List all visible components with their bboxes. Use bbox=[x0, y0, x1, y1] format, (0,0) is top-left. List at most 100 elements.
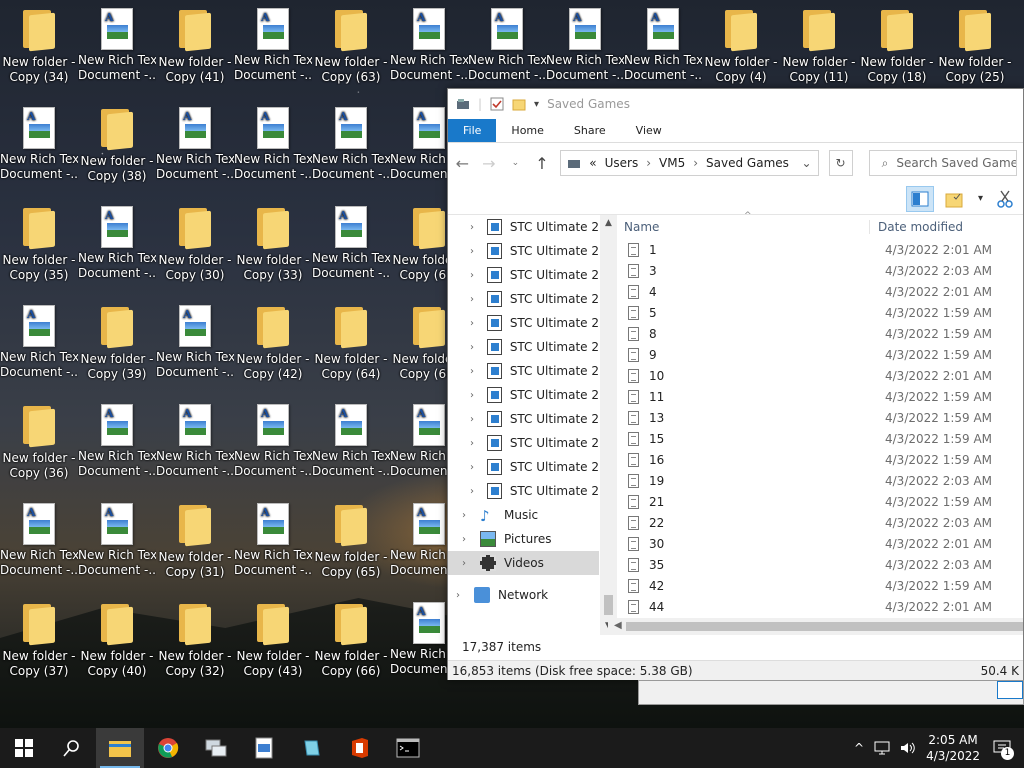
breadcrumb-overflow[interactable]: « bbox=[589, 156, 596, 170]
volume-icon[interactable] bbox=[900, 741, 916, 755]
desktop-folder[interactable]: New folder - Copy (11) bbox=[780, 0, 858, 99]
expand-chevron-icon[interactable]: › bbox=[456, 590, 466, 601]
title-bar[interactable]: | ▾ Saved Games bbox=[448, 89, 1023, 119]
expand-chevron-icon[interactable]: › bbox=[470, 294, 479, 305]
desktop-rtf-document[interactable]: New Rich TextDocument -... bbox=[234, 0, 312, 99]
nav-item[interactable]: › STC Ultimate 2 bbox=[448, 287, 599, 311]
taskbar-cmd[interactable] bbox=[384, 728, 432, 768]
nav-item[interactable]: › STC Ultimate 2 bbox=[448, 359, 599, 383]
nav-item[interactable]: › Videos bbox=[448, 551, 599, 575]
expand-chevron-icon[interactable]: › bbox=[470, 486, 479, 497]
file-list[interactable]: ^ Name Date modified 1 4/3/2022 2:01 AM 3 4… bbox=[608, 211, 1023, 635]
desktop-folder[interactable]: New folder - Copy (25) bbox=[936, 0, 1014, 99]
desktop-folder[interactable]: New folder - Copy (39) bbox=[78, 297, 156, 396]
nav-item[interactable]: › STC Ultimate 2 bbox=[448, 311, 599, 335]
desktop-folder[interactable]: New folder - Copy (33) bbox=[234, 198, 312, 297]
nav-item[interactable]: › STC Ultimate 2 bbox=[448, 239, 599, 263]
up-arrow-icon[interactable]: ↑ bbox=[534, 154, 551, 173]
expand-chevron-icon[interactable]: › bbox=[470, 270, 479, 281]
explorer-window[interactable]: | ▾ Saved Games File Home Share View ← →… bbox=[447, 88, 1024, 680]
file-row[interactable]: 15 4/3/2022 1:59 AM bbox=[608, 428, 1023, 449]
properties-icon[interactable] bbox=[490, 97, 504, 111]
desktop-rtf-document[interactable]: New Rich TextDocument -... bbox=[156, 99, 234, 198]
desktop-rtf-document[interactable]: New Rich TextDocument -... bbox=[78, 198, 156, 297]
expand-chevron-icon[interactable]: › bbox=[470, 390, 479, 401]
expand-chevron-icon[interactable]: › bbox=[470, 438, 479, 449]
new-folder-icon[interactable] bbox=[512, 97, 526, 111]
taskbar-network-app[interactable] bbox=[192, 728, 240, 768]
column-name[interactable]: Name bbox=[608, 220, 870, 234]
expand-chevron-icon[interactable]: › bbox=[462, 534, 472, 545]
file-row[interactable]: 4 4/3/2022 2:01 AM bbox=[608, 281, 1023, 302]
file-row[interactable]: 42 4/3/2022 1:59 AM bbox=[608, 575, 1023, 596]
desktop-rtf-document[interactable]: New Rich TextDocument -... bbox=[312, 99, 390, 198]
nav-item[interactable]: › STC Ultimate 2 bbox=[448, 383, 599, 407]
desktop-rtf-document[interactable]: New Rich TextDocument -... bbox=[234, 99, 312, 198]
expand-chevron-icon[interactable]: › bbox=[470, 366, 479, 377]
desktop-folder[interactable]: New folder - Copy (31) bbox=[156, 495, 234, 594]
file-row[interactable]: 10 4/3/2022 2:01 AM bbox=[608, 365, 1023, 386]
expand-chevron-icon[interactable]: › bbox=[470, 246, 479, 257]
desktop-folder[interactable]: New folder - Copy (30) bbox=[156, 198, 234, 297]
desktop-folder[interactable]: New folder - Copy (63) bbox=[312, 0, 390, 99]
file-row[interactable]: 8 4/3/2022 1:59 AM bbox=[608, 323, 1023, 344]
address-bar[interactable]: « Users › VM5 › Saved Games ⌄ bbox=[560, 150, 819, 176]
nav-item[interactable]: › STC Ultimate 2 bbox=[448, 455, 599, 479]
desktop-folder[interactable]: New folder - Copy (35) bbox=[0, 198, 78, 297]
breadcrumb-vm5[interactable]: VM5 bbox=[659, 156, 685, 170]
search-input[interactable]: ⌕ Search Saved Games bbox=[868, 150, 1017, 176]
background-dialog[interactable] bbox=[638, 680, 1024, 705]
desktop-folder[interactable]: New folder - Copy (65) bbox=[312, 495, 390, 594]
action-center-button[interactable]: 1 bbox=[990, 736, 1014, 760]
desktop-rtf-document[interactable]: New Rich TextDocument -... bbox=[78, 0, 156, 99]
nav-item[interactable]: › STC Ultimate 2 bbox=[448, 263, 599, 287]
file-row[interactable]: 9 4/3/2022 1:59 AM bbox=[608, 344, 1023, 365]
refresh-button[interactable]: ↻ bbox=[828, 150, 853, 176]
desktop-rtf-document[interactable]: New Rich TextDocument -... bbox=[0, 495, 78, 594]
nav-item[interactable]: › STC Ultimate 2 bbox=[448, 407, 599, 431]
nav-item[interactable]: › ♪ Music bbox=[448, 503, 599, 527]
tab-view[interactable]: View bbox=[621, 119, 677, 142]
nav-item[interactable]: › Pictures bbox=[448, 527, 599, 551]
show-hidden-icons-icon[interactable]: ^ bbox=[854, 741, 864, 755]
desktop-rtf-document[interactable]: New Rich TextDocument -... bbox=[468, 0, 546, 99]
column-date-modified[interactable]: Date modified bbox=[870, 220, 963, 234]
desktop-rtf-document[interactable]: New Rich TextDocument -... bbox=[624, 0, 702, 99]
desktop-folder[interactable]: New folder - Copy (38) bbox=[78, 99, 156, 198]
file-row[interactable]: 1 4/3/2022 2:01 AM bbox=[608, 239, 1023, 260]
clock[interactable]: 2:05 AM 4/3/2022 bbox=[926, 732, 980, 764]
recent-locations-icon[interactable]: ⌄ bbox=[507, 158, 524, 168]
file-row[interactable]: 3 4/3/2022 2:03 AM bbox=[608, 260, 1023, 281]
file-row[interactable]: 16 4/3/2022 1:59 AM bbox=[608, 449, 1023, 470]
quick-access-dropdown-icon[interactable]: ▾ bbox=[534, 99, 539, 110]
desktop-folder[interactable]: New folder - Copy (37) bbox=[0, 594, 78, 693]
expand-chevron-icon[interactable]: › bbox=[470, 318, 479, 329]
search-button[interactable] bbox=[48, 728, 96, 768]
navigation-pane[interactable]: › STC Ultimate 2 › STC Ultimate 2 › STC Ultim… bbox=[448, 215, 617, 635]
network-status-icon[interactable] bbox=[874, 741, 890, 755]
desktop-folder[interactable]: New folder - Copy (64) bbox=[312, 297, 390, 396]
desktop-folder[interactable]: New folder - Copy (32) bbox=[156, 594, 234, 693]
tab-file[interactable]: File bbox=[448, 119, 497, 142]
desktop-folder[interactable]: New folder - Copy (4) bbox=[702, 0, 780, 99]
address-dropdown-icon[interactable]: ⌄ bbox=[801, 156, 811, 170]
back-arrow-icon[interactable]: ← bbox=[454, 154, 471, 173]
desktop-rtf-document[interactable]: New Rich TextDocument -... bbox=[546, 0, 624, 99]
tab-share[interactable]: Share bbox=[559, 119, 621, 142]
desktop-rtf-document[interactable]: New Rich TextDocument -... bbox=[156, 396, 234, 495]
nav-item[interactable]: › STC Ultimate 2 bbox=[448, 215, 599, 239]
desktop-folder[interactable]: New folder - Copy (66) bbox=[312, 594, 390, 693]
file-row[interactable]: 13 4/3/2022 1:59 AM bbox=[608, 407, 1023, 428]
desktop-folder[interactable]: New folder - Copy (36) bbox=[0, 396, 78, 495]
desktop-rtf-document[interactable]: New Rich TextDocument -... bbox=[0, 99, 78, 198]
desktop-folder[interactable]: New folder - Copy (43) bbox=[234, 594, 312, 693]
desktop-folder[interactable]: New folder - Copy (18) bbox=[858, 0, 936, 99]
nav-item[interactable]: › STC Ultimate 2 bbox=[448, 431, 599, 455]
scroll-left-icon[interactable]: ◀ bbox=[614, 620, 622, 631]
desktop-rtf-document[interactable]: New Rich TextDocument -... bbox=[234, 396, 312, 495]
desktop-rtf-document[interactable]: New Rich TextDocument -... bbox=[156, 297, 234, 396]
file-row[interactable]: 11 4/3/2022 1:59 AM bbox=[608, 386, 1023, 407]
file-row[interactable]: 21 4/3/2022 1:59 AM bbox=[608, 491, 1023, 512]
desktop-rtf-document[interactable]: New Rich TextDocument -... bbox=[0, 297, 78, 396]
expand-chevron-icon[interactable]: › bbox=[462, 510, 472, 521]
